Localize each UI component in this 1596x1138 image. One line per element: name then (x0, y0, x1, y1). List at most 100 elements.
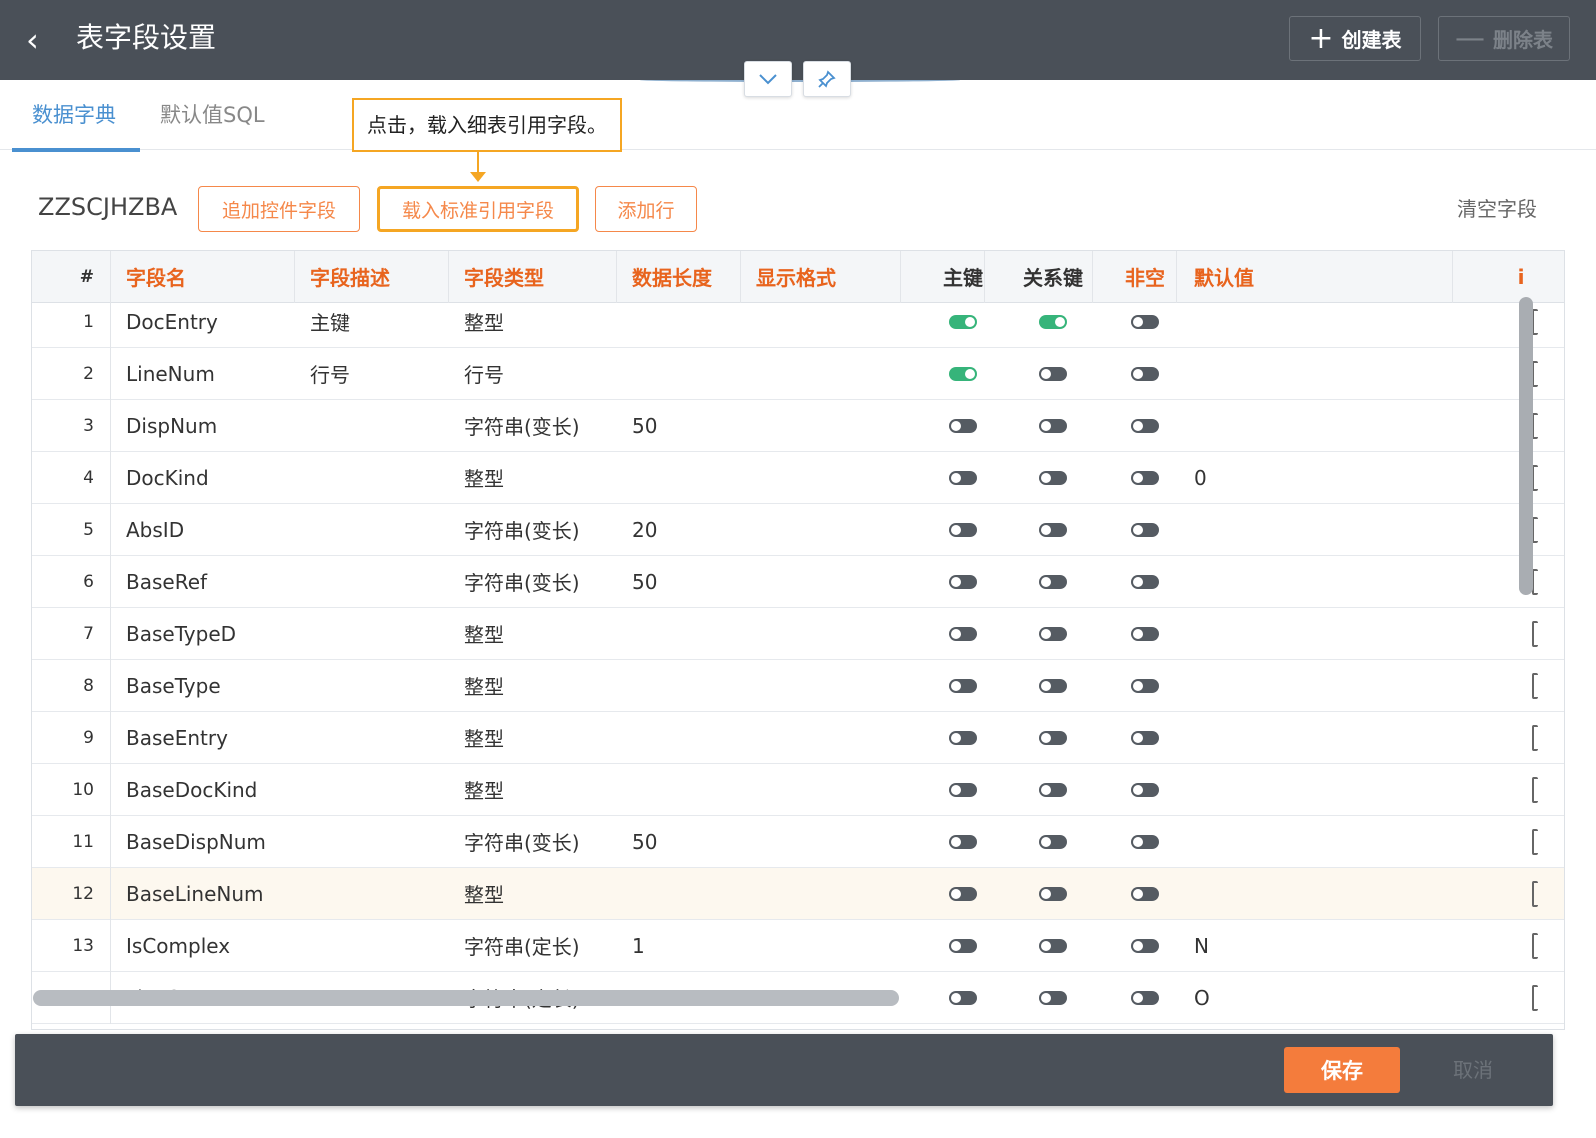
display-format-cell[interactable] (756, 452, 916, 503)
field-desc-cell[interactable] (310, 400, 460, 451)
relation-key-toggle[interactable] (1039, 834, 1067, 849)
not-null-toggle[interactable] (1131, 418, 1159, 433)
data-length-cell[interactable]: 50 (632, 400, 752, 451)
relation-key-toggle[interactable] (1039, 782, 1067, 797)
field-desc-cell[interactable] (310, 556, 460, 607)
field-desc-cell[interactable] (310, 660, 460, 711)
not-null-toggle[interactable] (1131, 990, 1159, 1005)
field-type-cell[interactable]: 字符串(变长) (464, 816, 624, 867)
display-format-cell[interactable] (756, 660, 916, 711)
primary-key-toggle[interactable] (949, 522, 977, 537)
column-header-field-name[interactable]: 字段名 (126, 251, 306, 302)
data-length-cell[interactable] (632, 764, 752, 815)
column-header-not-null[interactable]: 非空 (1114, 251, 1176, 302)
default-value-cell[interactable] (1194, 660, 1394, 711)
primary-key-toggle[interactable] (949, 834, 977, 849)
add-control-fields-button[interactable]: 追加控件字段 (198, 186, 360, 232)
primary-key-toggle[interactable] (949, 678, 977, 693)
default-value-cell[interactable] (1194, 556, 1394, 607)
column-header-default-value[interactable]: 默认值 (1194, 251, 1394, 302)
field-type-cell[interactable]: 字符串(变长) (464, 504, 624, 555)
relation-key-toggle[interactable] (1039, 886, 1067, 901)
primary-key-toggle[interactable] (949, 366, 977, 381)
data-length-cell[interactable] (632, 296, 752, 347)
not-null-toggle[interactable] (1131, 678, 1159, 693)
add-row-button[interactable]: 添加行 (595, 186, 697, 232)
primary-key-toggle[interactable] (949, 938, 977, 953)
field-type-cell[interactable]: 整型 (464, 712, 624, 763)
field-desc-cell[interactable]: 行号 (310, 348, 460, 399)
field-name-cell[interactable]: BaseLineNum (126, 868, 306, 919)
column-header-display-format[interactable]: 显示格式 (756, 251, 916, 302)
tab-data-dictionary[interactable]: 数据字典 (12, 100, 140, 152)
display-format-cell[interactable] (756, 868, 916, 919)
column-header-data-length[interactable]: 数据长度 (632, 251, 752, 302)
data-length-cell[interactable]: 50 (632, 816, 752, 867)
table-row[interactable]: 3 DispNum 字符串(变长) 50 (32, 400, 1564, 452)
default-value-cell[interactable] (1194, 816, 1394, 867)
primary-key-toggle[interactable] (949, 886, 977, 901)
data-length-cell[interactable] (632, 608, 752, 659)
table-row[interactable]: 10 BaseDocKind 整型 (32, 764, 1564, 816)
field-desc-cell[interactable] (310, 816, 460, 867)
primary-key-toggle[interactable] (949, 782, 977, 797)
delete-table-button[interactable]: — 删除表 (1438, 16, 1570, 61)
field-type-cell[interactable]: 整型 (464, 868, 624, 919)
not-null-toggle[interactable] (1131, 730, 1159, 745)
data-length-cell[interactable]: 50 (632, 556, 752, 607)
field-name-cell[interactable]: DocEntry (126, 296, 306, 347)
column-header-field-desc[interactable]: 字段描述 (310, 251, 460, 302)
column-header-info[interactable]: i (1506, 251, 1536, 302)
display-format-cell[interactable] (756, 348, 916, 399)
primary-key-toggle[interactable] (949, 418, 977, 433)
not-null-toggle[interactable] (1131, 834, 1159, 849)
table-row[interactable]: 1 DocEntry 主键 整型 (32, 296, 1564, 348)
display-format-cell[interactable] (756, 296, 916, 347)
save-button[interactable]: 保存 (1284, 1047, 1400, 1093)
default-value-cell[interactable] (1194, 608, 1394, 659)
not-null-toggle[interactable] (1131, 626, 1159, 641)
field-desc-cell[interactable] (310, 764, 460, 815)
display-format-cell[interactable] (756, 504, 916, 555)
field-name-cell[interactable]: BaseEntry (126, 712, 306, 763)
primary-key-toggle[interactable] (949, 730, 977, 745)
column-header-primary-key[interactable]: 主键 (920, 251, 1006, 302)
display-format-cell[interactable] (756, 608, 916, 659)
cancel-button[interactable]: 取消 (1438, 1056, 1508, 1084)
field-name-cell[interactable]: DispNum (126, 400, 306, 451)
data-length-cell[interactable] (632, 452, 752, 503)
relation-key-toggle[interactable] (1039, 366, 1067, 381)
default-value-cell[interactable]: O (1194, 972, 1394, 1023)
table-row[interactable]: 9 BaseEntry 整型 (32, 712, 1564, 764)
table-row[interactable]: 6 BaseRef 字符串(变长) 50 (32, 556, 1564, 608)
tab-default-sql[interactable]: 默认值SQL (160, 100, 265, 130)
display-format-cell[interactable] (756, 712, 916, 763)
not-null-toggle[interactable] (1131, 574, 1159, 589)
default-value-cell[interactable] (1194, 712, 1394, 763)
clear-fields-link[interactable]: 清空字段 (1457, 194, 1537, 224)
field-desc-cell[interactable] (310, 920, 460, 971)
field-type-cell[interactable]: 字符串(变长) (464, 556, 624, 607)
row-action-bracket-icon[interactable] (1532, 620, 1538, 647)
field-name-cell[interactable]: BaseRef (126, 556, 306, 607)
back-chevron-icon[interactable]: ‹ (26, 22, 56, 58)
not-null-toggle[interactable] (1131, 938, 1159, 953)
column-header-relation-key[interactable]: 关系键 (1010, 251, 1096, 302)
data-length-cell[interactable] (632, 660, 752, 711)
display-format-cell[interactable] (756, 400, 916, 451)
relation-key-toggle[interactable] (1039, 730, 1067, 745)
not-null-toggle[interactable] (1131, 782, 1159, 797)
relation-key-toggle[interactable] (1039, 626, 1067, 641)
not-null-toggle[interactable] (1131, 470, 1159, 485)
field-name-cell[interactable]: BaseType (126, 660, 306, 711)
table-row[interactable]: 12 BaseLineNum 整型 (32, 868, 1564, 920)
horizontal-scrollbar[interactable] (33, 990, 899, 1006)
primary-key-toggle[interactable] (949, 470, 977, 485)
field-desc-cell[interactable] (310, 608, 460, 659)
field-type-cell[interactable]: 字符串(定长) (464, 920, 624, 971)
not-null-toggle[interactable] (1131, 314, 1159, 329)
field-type-cell[interactable]: 整型 (464, 452, 624, 503)
data-length-cell[interactable]: 20 (632, 504, 752, 555)
default-value-cell[interactable] (1194, 504, 1394, 555)
primary-key-toggle[interactable] (949, 626, 977, 641)
